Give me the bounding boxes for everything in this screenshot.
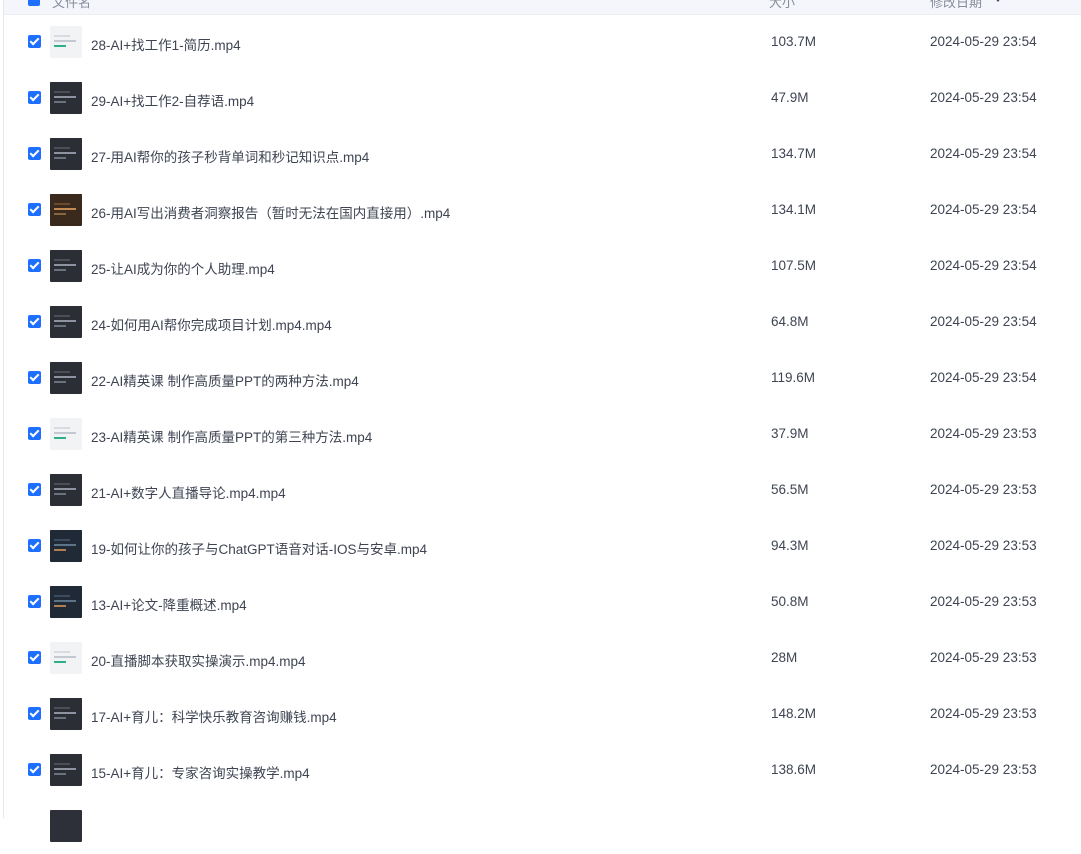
file-modified-date: 2024-05-29 23:54 xyxy=(930,90,1037,105)
file-name[interactable]: 22-AI精英课 制作高质量PPT的两种方法.mp4 xyxy=(91,370,359,390)
file-row[interactable]: 29-AI+找工作2-自荐语.mp4 47.9M 2024-05-29 23:54 xyxy=(4,70,1081,126)
file-size: 50.8M xyxy=(771,594,809,609)
file-row[interactable]: 13-AI+论文-降重概述.mp4 50.8M 2024-05-29 23:53 xyxy=(4,574,1081,630)
file-row[interactable]: 25-让AI成为你的个人助理.mp4 107.5M 2024-05-29 23:54 xyxy=(4,238,1081,294)
video-thumbnail[interactable] xyxy=(50,530,82,562)
video-thumbnail[interactable] xyxy=(50,194,82,226)
file-modified-date: 2024-05-29 23:53 xyxy=(930,538,1037,553)
row-checkbox[interactable] xyxy=(28,259,41,272)
file-name[interactable]: 25-让AI成为你的个人助理.mp4 xyxy=(91,258,275,278)
file-size: 119.6M xyxy=(771,370,816,385)
file-row[interactable]: 19-如何让你的孩子与ChatGPT语音对话-IOS与安卓.mp4 94.3M 20… xyxy=(4,518,1081,574)
file-name[interactable]: 24-如何用AI帮你完成项目计划.mp4.mp4 xyxy=(91,314,332,334)
file-row[interactable]: 23-AI精英课 制作高质量PPT的第三种方法.mp4 37.9M 2024-05-… xyxy=(4,406,1081,462)
file-modified-date: 2024-05-29 23:53 xyxy=(930,650,1037,665)
file-name[interactable]: 28-AI+找工作1-简历.mp4 xyxy=(91,34,241,54)
file-row[interactable]: 22-AI精英课 制作高质量PPT的两种方法.mp4 119.6M 2024-05-… xyxy=(4,350,1081,406)
row-checkbox[interactable] xyxy=(28,763,41,776)
video-thumbnail[interactable] xyxy=(50,754,82,786)
file-modified-date: 2024-05-29 23:54 xyxy=(930,34,1037,49)
file-size: 28M xyxy=(771,650,798,665)
row-checkbox[interactable] xyxy=(28,651,41,664)
file-name[interactable]: 27-用AI帮你的孩子秒背单词和秒记知识点.mp4 xyxy=(91,146,369,166)
column-header-name[interactable]: 文件名 xyxy=(52,0,91,11)
video-thumbnail[interactable] xyxy=(50,698,82,730)
file-modified-date: 2024-05-29 23:54 xyxy=(930,202,1037,217)
file-modified-date: 2024-05-29 23:54 xyxy=(930,314,1037,329)
video-thumbnail[interactable] xyxy=(50,362,82,394)
row-checkbox[interactable] xyxy=(28,315,41,328)
file-name[interactable]: 13-AI+论文-降重概述.mp4 xyxy=(91,594,247,614)
file-row[interactable]: 28-AI+找工作1-简历.mp4 103.7M 2024-05-29 23:54 xyxy=(4,14,1081,70)
file-size: 56.5M xyxy=(771,482,809,497)
video-thumbnail[interactable] xyxy=(50,306,82,338)
row-checkbox[interactable] xyxy=(28,91,41,104)
file-name[interactable]: 21-AI+数字人直播导论.mp4.mp4 xyxy=(91,482,286,502)
file-name[interactable]: 19-如何让你的孩子与ChatGPT语音对话-IOS与安卓.mp4 xyxy=(91,538,427,558)
file-name[interactable]: 26-用AI写出消费者洞察报告（暂时无法在国内直接用）.mp4 xyxy=(91,202,450,222)
column-header-date[interactable]: 修改日期 xyxy=(930,0,982,11)
file-name[interactable]: 15-AI+育儿：专家咨询实操教学.mp4 xyxy=(91,762,310,782)
video-thumbnail[interactable] xyxy=(50,642,82,674)
file-size: 37.9M xyxy=(771,426,809,441)
row-checkbox[interactable] xyxy=(28,707,41,720)
file-modified-date: 2024-05-29 23:54 xyxy=(930,370,1037,385)
row-checkbox[interactable] xyxy=(28,483,41,496)
file-size: 107.5M xyxy=(771,258,817,273)
file-modified-date: 2024-05-29 23:54 xyxy=(930,146,1037,161)
row-checkbox[interactable] xyxy=(28,371,41,384)
file-name[interactable]: 17-AI+育儿：科学快乐教育咨询赚钱.mp4 xyxy=(91,706,337,726)
file-modified-date: 2024-05-29 23:53 xyxy=(930,706,1037,721)
file-row[interactable]: 27-用AI帮你的孩子秒背单词和秒记知识点.mp4 134.7M 2024-05-2… xyxy=(4,126,1081,182)
file-size: 148.2M xyxy=(771,706,817,721)
file-size: 134.7M xyxy=(771,146,817,161)
file-size: 47.9M xyxy=(771,90,809,105)
video-thumbnail[interactable] xyxy=(50,82,82,114)
file-row[interactable]: 17-AI+育儿：科学快乐教育咨询赚钱.mp4 148.2M 2024-05-29 … xyxy=(4,686,1081,742)
row-checkbox[interactable] xyxy=(28,35,41,48)
video-thumbnail[interactable] xyxy=(50,474,82,506)
file-modified-date: 2024-05-29 23:53 xyxy=(930,594,1037,609)
file-row[interactable]: 21-AI+数字人直播导论.mp4.mp4 56.5M 2024-05-29 23:… xyxy=(4,462,1081,518)
row-checkbox[interactable] xyxy=(28,595,41,608)
file-size: 103.7M xyxy=(771,34,817,49)
row-checkbox[interactable] xyxy=(28,539,41,552)
file-row[interactable]: 24-如何用AI帮你完成项目计划.mp4.mp4 64.8M 2024-05-29 … xyxy=(4,294,1081,350)
video-thumbnail[interactable] xyxy=(50,418,82,450)
file-name[interactable]: 23-AI精英课 制作高质量PPT的第三种方法.mp4 xyxy=(91,426,372,446)
row-checkbox[interactable] xyxy=(28,147,41,160)
file-modified-date: 2024-05-29 23:53 xyxy=(930,426,1037,441)
file-size: 64.8M xyxy=(771,314,809,329)
video-thumbnail[interactable] xyxy=(50,586,82,618)
file-list: 28-AI+找工作1-简历.mp4 103.7M 2024-05-29 23:54 2… xyxy=(4,14,1081,854)
column-header-size[interactable]: 大小 xyxy=(769,0,795,11)
row-checkbox[interactable] xyxy=(28,427,41,440)
file-row[interactable]: 15-AI+育儿：专家咨询实操教学.mp4 138.6M 2024-05-29 23… xyxy=(4,742,1081,798)
file-size: 94.3M xyxy=(771,538,809,553)
sort-desc-icon[interactable] xyxy=(994,0,1002,2)
file-size: 134.1M xyxy=(771,202,817,217)
file-row-partial[interactable] xyxy=(4,798,1081,854)
row-checkbox[interactable] xyxy=(28,203,41,216)
file-modified-date: 2024-05-29 23:53 xyxy=(930,762,1037,777)
file-name[interactable]: 29-AI+找工作2-自荐语.mp4 xyxy=(91,90,254,110)
select-all-checkbox[interactable] xyxy=(28,0,40,6)
file-size: 138.6M xyxy=(771,762,817,777)
file-row[interactable]: 20-直播脚本获取实操演示.mp4.mp4 28M 2024-05-29 23:53 xyxy=(4,630,1081,686)
file-row[interactable]: 26-用AI写出消费者洞察报告（暂时无法在国内直接用）.mp4 134.1M 202… xyxy=(4,182,1081,238)
video-thumbnail[interactable] xyxy=(50,250,82,282)
video-thumbnail[interactable] xyxy=(50,26,82,58)
file-modified-date: 2024-05-29 23:53 xyxy=(930,482,1037,497)
video-thumbnail[interactable] xyxy=(50,138,82,170)
file-modified-date: 2024-05-29 23:54 xyxy=(930,258,1037,273)
video-thumbnail[interactable] xyxy=(50,810,82,842)
file-name[interactable]: 20-直播脚本获取实操演示.mp4.mp4 xyxy=(91,650,306,670)
file-list-header: 文件名 大小 修改日期 xyxy=(4,0,1081,15)
